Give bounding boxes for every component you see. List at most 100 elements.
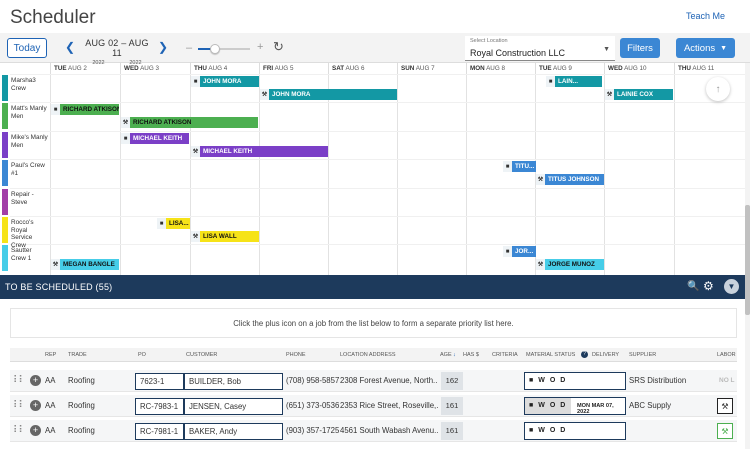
add-to-priority-icon[interactable]: + [30,400,41,411]
job-bar[interactable]: ■ LAIN... [546,76,602,87]
age-cell: 161 [441,422,463,440]
table-row[interactable]: ⠇⠇ + AA Roofing RC-7981-1 BAKER, Andy (903) 35… [10,420,737,442]
delivery-date: MON MAR 07, 2022 [577,403,614,415]
material-letter: D [560,402,566,409]
material-status-cell[interactable]: ■ W O D [524,372,626,390]
column-header[interactable]: LABOR [717,352,736,358]
hammer-icon[interactable]: ⚒ [717,398,733,414]
collapse-panel-icon[interactable]: ▼ [724,279,739,294]
hammer-icon: ⚒ [536,174,545,185]
location-select-value: Royal Construction LLC [470,48,566,58]
drag-handle-icon[interactable]: ⠇⠇ [13,375,26,386]
column-header[interactable]: AGE [440,352,452,358]
hammer-icon[interactable]: ⚒ [717,423,733,439]
material-status-icons: ■ W O D [529,377,565,384]
day-header-date: AUG 9 [553,65,572,72]
phone-cell: (903) 357-1725 [286,426,340,435]
job-bar-label: LISA WALL [203,233,237,240]
scroll-to-top-button[interactable]: ↑ [706,77,730,101]
day-header: TUE AUG 9 [535,63,604,74]
job-bar[interactable]: ■ RICHARD ATKISON [51,104,119,115]
material-status-cell[interactable]: ■ W O D [524,422,626,440]
truck-icon: ■ [529,427,534,434]
day-header-date: AUG 10 [624,65,647,72]
job-bar[interactable]: ⚒ LISA WALL [191,231,259,242]
actions-button[interactable]: Actions ▼ [676,38,735,58]
column-header[interactable]: MATERIAL STATUS [526,352,575,358]
column-header[interactable]: HAS $ [463,352,479,358]
column-header[interactable]: SUPPLIER [629,352,656,358]
job-bar[interactable]: ⚒ RICHARD ATKISON [121,117,258,128]
po-cell[interactable]: 7623-1 [135,373,184,390]
day-header-dow: THU [678,65,691,72]
add-to-priority-icon[interactable]: + [30,375,41,386]
material-letter: W [538,402,545,409]
zoom-out-icon[interactable]: – [186,42,192,54]
job-bar[interactable]: ⚒ LAINIE COX [605,89,673,100]
crew-label[interactable]: Sautter Crew 1 [0,247,48,262]
customer-cell[interactable]: BUILDER, Bob [184,373,283,390]
job-bar-label: TITUS JOHNSON [548,176,600,183]
material-letter: W [538,377,545,384]
job-bar[interactable]: ■ TITU... [503,161,536,172]
crew-label[interactable]: Mike's Manly Men [0,134,48,149]
zoom-slider-handle[interactable] [210,44,220,54]
material-status-cell[interactable]: ■ W O D MON MAR 07, 2022 [524,397,626,415]
gear-icon[interactable]: ⚙ [703,279,714,293]
column-header[interactable]: PO [138,352,146,358]
crew-label[interactable]: Repair - Steve [0,191,48,206]
next-week-icon[interactable]: ❯ [158,40,168,54]
sort-descending-icon[interactable]: ↓ [453,352,456,358]
job-bar[interactable]: ⚒ JORGE MUNOZ [536,259,604,270]
drag-handle-icon[interactable]: ⠇⠇ [13,400,26,411]
job-bar[interactable]: ■ JOHN MORA [191,76,259,87]
day-header-dow: TUE [539,65,552,72]
crew-row-divider [10,188,745,189]
po-cell[interactable]: RC-7983-1 [135,398,184,415]
column-header[interactable]: CUSTOMER [186,352,217,358]
add-to-priority-icon[interactable]: + [30,425,41,436]
table-row[interactable]: ⠇⠇ + AA Roofing 7623-1 BUILDER, Bob (708) 958-… [10,370,737,392]
job-bar[interactable]: ⚒ MEGAN BANGLE [51,259,119,270]
customer-cell[interactable]: BAKER, Andy [184,423,283,440]
column-header[interactable]: LOCATION ADDRESS [340,352,396,358]
teach-me-link[interactable]: Teach Me [686,11,725,21]
zoom-in-icon[interactable]: + [257,41,263,53]
day-header: WED AUG 3 [120,63,189,74]
day-header-date: AUG 11 [692,65,715,72]
crew-label[interactable]: Marsha3 Crew [0,77,48,92]
column-header[interactable]: CRITERIA [492,352,518,358]
crew-label[interactable]: Matt's Manly Men [0,105,48,120]
column-header[interactable]: REP [45,352,56,358]
page-scrollbar-thumb[interactable] [745,205,750,315]
filters-button[interactable]: Filters [620,38,660,58]
job-bar-label: JORGE MUNOZ [548,261,595,268]
column-header[interactable]: PHONE [286,352,306,358]
location-select[interactable]: Select Location Royal Construction LLC ▼ [465,36,615,61]
phone-cell: (651) 373-0536 [286,401,340,410]
help-icon[interactable]: ? [581,351,588,358]
job-bar[interactable]: ⚒ JOHN MORA [260,89,397,100]
truck-icon: ■ [51,104,60,115]
day-header: FRI AUG 5 [259,63,328,74]
po-cell[interactable]: RC-7981-1 [135,423,184,440]
today-button[interactable]: Today [7,38,47,58]
job-bar[interactable]: ■ LISA... [157,218,190,229]
job-bar[interactable]: ■ MICHAEL KEITH [121,133,189,144]
day-header-dow: MON [470,65,485,72]
customer-cell[interactable]: JENSEN, Casey [184,398,283,415]
refresh-icon[interactable]: ↻ [273,39,284,55]
drag-handle-icon[interactable]: ⠇⠇ [13,425,26,436]
material-letter: D [560,427,566,434]
date-range: AUG 02 – AUG 11 2022 2022 [80,38,154,66]
prev-week-icon[interactable]: ❮ [65,40,75,54]
rep-cell: AA [45,401,56,410]
table-row[interactable]: ⠇⠇ + AA Roofing RC-7983-1 JENSEN, Casey (651) … [10,395,737,417]
job-bar[interactable]: ■ JOR... [503,246,536,257]
crew-label[interactable]: Paul's Crew #1 [0,162,48,177]
job-bar[interactable]: ⚒ TITUS JOHNSON [536,174,604,185]
column-header[interactable]: TRADE [68,352,87,358]
column-header[interactable]: DELIVERY [592,352,619,358]
search-icon[interactable]: 🔍 [687,281,699,292]
job-bar[interactable]: ⚒ MICHAEL KEITH [191,146,328,157]
